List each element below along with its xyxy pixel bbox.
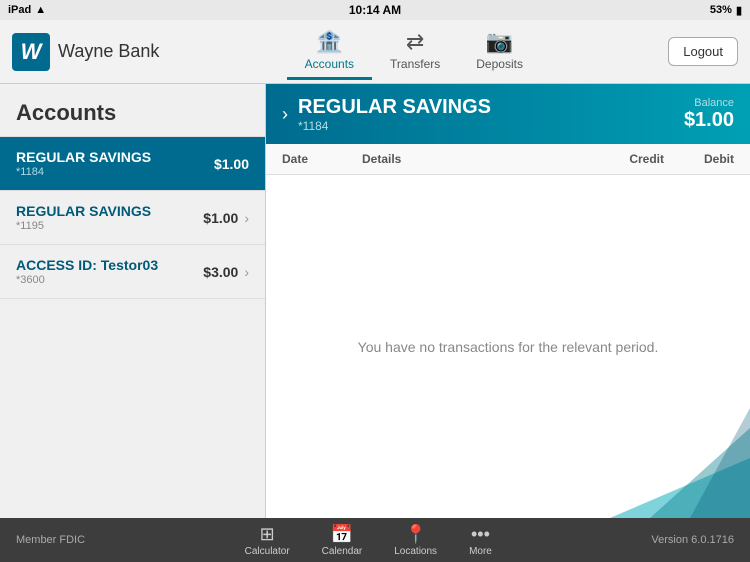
account-name-1: REGULAR SAVINGS <box>16 149 151 165</box>
account-right-3: $3.00 › <box>203 264 249 280</box>
deposits-tab-icon: 📷 <box>486 29 513 55</box>
main-content: Accounts REGULAR SAVINGS *1184 $1.00 REG… <box>0 84 750 518</box>
sidebar-title: Accounts <box>0 84 265 137</box>
bottom-bar: Member FDIC ⊞ Calculator 📅 Calendar 📍 Lo… <box>0 518 750 562</box>
bank-logo: W Wayne Bank <box>12 33 159 71</box>
version-label: Version 6.0.1716 <box>651 534 734 546</box>
battery-label: 53% <box>710 4 732 16</box>
detail-chevron-icon[interactable]: › <box>282 104 288 125</box>
account-name-2: REGULAR SAVINGS <box>16 203 151 219</box>
battery-icon: ▮ <box>736 4 742 17</box>
calculator-label: Calculator <box>245 546 290 557</box>
bottom-tab-locations[interactable]: 📍 Locations <box>378 522 453 559</box>
bottom-tab-calculator[interactable]: ⊞ Calculator <box>229 522 306 559</box>
detail-account-num: *1184 <box>298 119 491 133</box>
deposits-tab-label: Deposits <box>476 57 523 71</box>
detail-panel: › REGULAR SAVINGS *1184 Balance $1.00 Da… <box>266 84 750 518</box>
account-right-1: $1.00 <box>214 156 249 172</box>
account-balance-1: $1.00 <box>214 156 249 172</box>
status-time: 10:14 AM <box>349 3 401 17</box>
tab-deposits[interactable]: 📷 Deposits <box>458 23 541 80</box>
no-transactions-message: You have no transactions for the relevan… <box>266 175 750 518</box>
chevron-icon-3: › <box>244 264 249 280</box>
bottom-tab-more[interactable]: ••• More <box>453 522 508 559</box>
account-item-2[interactable]: REGULAR SAVINGS *1195 $1.00 › <box>0 191 265 245</box>
locations-label: Locations <box>394 546 437 557</box>
logout-button[interactable]: Logout <box>668 37 738 66</box>
status-bar: iPad ▲ 10:14 AM 53% ▮ <box>0 0 750 20</box>
detail-body: You have no transactions for the relevan… <box>266 175 750 518</box>
member-fdic-label: Member FDIC <box>16 534 85 546</box>
transfers-tab-icon: ⇄ <box>406 29 424 55</box>
account-item-3[interactable]: ACCESS ID: Testor03 *3600 $3.00 › <box>0 245 265 299</box>
calendar-label: Calendar <box>322 546 363 557</box>
account-item-1[interactable]: REGULAR SAVINGS *1184 $1.00 <box>0 137 265 191</box>
account-right-2: $1.00 › <box>203 210 249 226</box>
detail-balance-block: Balance $1.00 <box>684 97 734 132</box>
table-header: Date Details Credit Debit <box>266 144 750 175</box>
account-name-3: ACCESS ID: Testor03 <box>16 257 158 273</box>
chevron-icon-2: › <box>244 210 249 226</box>
status-left: iPad ▲ <box>8 4 46 16</box>
account-num-3: *3600 <box>16 274 158 286</box>
status-right: 53% ▮ <box>710 4 742 17</box>
bottom-tabs: ⊞ Calculator 📅 Calendar 📍 Locations ••• … <box>229 522 508 559</box>
detail-account-name: REGULAR SAVINGS <box>298 96 491 119</box>
bank-name: Wayne Bank <box>58 41 159 62</box>
bank-logo-icon: W <box>12 33 50 71</box>
detail-balance-label: Balance <box>684 97 734 109</box>
transfers-tab-label: Transfers <box>390 57 440 71</box>
locations-icon: 📍 <box>404 524 426 545</box>
more-icon: ••• <box>471 524 490 545</box>
detail-header: › REGULAR SAVINGS *1184 Balance $1.00 <box>266 84 750 144</box>
accounts-tab-label: Accounts <box>305 57 354 71</box>
detail-header-left: › REGULAR SAVINGS *1184 <box>282 96 491 133</box>
calendar-icon: 📅 <box>331 524 353 545</box>
account-left-2: REGULAR SAVINGS *1195 <box>16 203 151 232</box>
detail-title-block: REGULAR SAVINGS *1184 <box>298 96 491 133</box>
col-credit-header: Credit <box>584 152 664 166</box>
account-num-2: *1195 <box>16 220 151 232</box>
tab-accounts[interactable]: 🏦 Accounts <box>287 23 372 80</box>
account-left-3: ACCESS ID: Testor03 *3600 <box>16 257 158 286</box>
nav-tabs: 🏦 Accounts ⇄ Transfers 📷 Deposits <box>287 23 541 80</box>
calculator-icon: ⊞ <box>260 524 275 545</box>
tab-transfers[interactable]: ⇄ Transfers <box>372 23 458 80</box>
bottom-tab-calendar[interactable]: 📅 Calendar <box>306 522 379 559</box>
ipad-label: iPad <box>8 4 31 16</box>
col-details-header: Details <box>362 152 584 166</box>
top-nav: W Wayne Bank 🏦 Accounts ⇄ Transfers 📷 De… <box>0 20 750 84</box>
account-balance-2: $1.00 <box>203 210 238 226</box>
accounts-tab-icon: 🏦 <box>316 29 343 55</box>
wifi-icon: ▲ <box>35 4 46 16</box>
account-num-1: *1184 <box>16 166 151 178</box>
sidebar: Accounts REGULAR SAVINGS *1184 $1.00 REG… <box>0 84 266 518</box>
more-label: More <box>469 546 492 557</box>
col-debit-header: Debit <box>664 152 734 166</box>
detail-balance-amount: $1.00 <box>684 109 734 132</box>
account-balance-3: $3.00 <box>203 264 238 280</box>
col-date-header: Date <box>282 152 362 166</box>
account-left-1: REGULAR SAVINGS *1184 <box>16 149 151 178</box>
